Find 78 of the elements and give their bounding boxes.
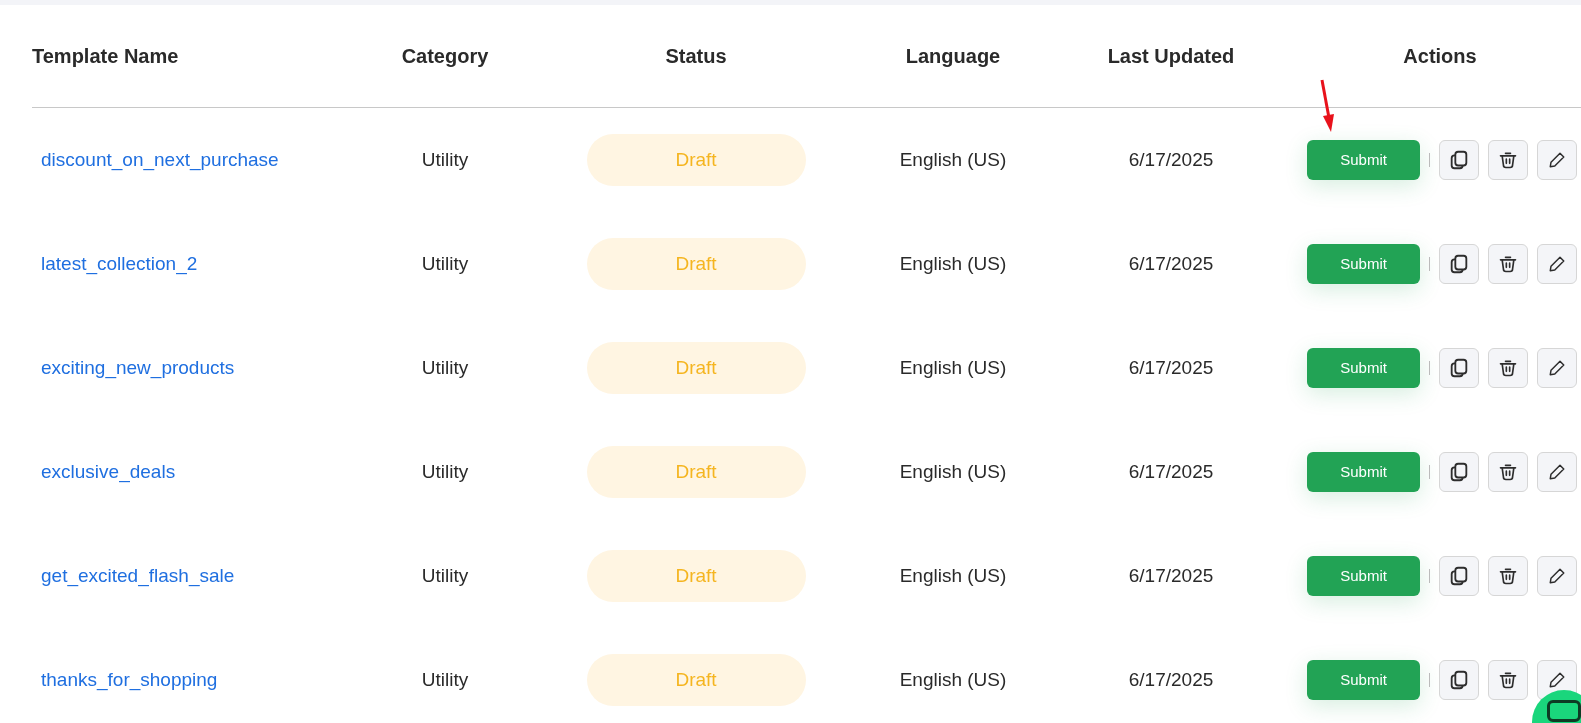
delete-button[interactable] [1488, 348, 1528, 388]
submit-button[interactable]: Submit [1307, 140, 1421, 180]
pencil-icon [1548, 463, 1566, 481]
trash-icon [1498, 254, 1518, 274]
submit-button[interactable]: Submit [1307, 348, 1421, 388]
copy-icon [1448, 565, 1470, 587]
status-badge: Draft [586, 342, 806, 394]
copy-icon [1448, 669, 1470, 691]
copy-button[interactable] [1439, 140, 1479, 180]
date-cell-text: 6/17/2025 [1128, 147, 1214, 172]
trash-icon [1498, 566, 1518, 586]
template-name-link[interactable]: exclusive_deals [32, 457, 176, 487]
category-cell-text: Utility [421, 563, 469, 588]
template-name-link[interactable]: latest_collection_2 [32, 249, 198, 279]
language-cell-text: English (US) [899, 563, 1007, 588]
date-cell-text: 6/17/2025 [1128, 251, 1214, 276]
column-header: Actions [1403, 44, 1477, 69]
submit-button[interactable]: Submit [1307, 556, 1421, 596]
copy-icon [1448, 253, 1470, 275]
copy-icon [1448, 357, 1470, 379]
annotation-arrow [1318, 78, 1336, 134]
category-cell-text: Utility [421, 667, 469, 692]
submit-button[interactable]: Submit [1307, 244, 1421, 284]
template-name-link[interactable]: get_excited_flash_sale [32, 561, 235, 591]
edit-button[interactable] [1537, 244, 1577, 284]
language-cell-text: English (US) [899, 459, 1007, 484]
category-cell-text: Utility [421, 355, 469, 380]
category-cell-text: Utility [421, 251, 469, 276]
copy-button[interactable] [1439, 452, 1479, 492]
column-header: Template Name [32, 44, 179, 69]
date-cell-text: 6/17/2025 [1128, 459, 1214, 484]
delete-button[interactable] [1488, 660, 1528, 700]
pencil-icon [1548, 151, 1566, 169]
edit-button[interactable] [1537, 140, 1577, 180]
language-cell-text: English (US) [899, 355, 1007, 380]
copy-button[interactable] [1439, 348, 1479, 388]
pencil-icon [1548, 671, 1566, 689]
trash-icon [1498, 462, 1518, 482]
copy-button[interactable] [1439, 244, 1479, 284]
edit-button[interactable] [1537, 556, 1577, 596]
submit-button[interactable]: Submit [1307, 660, 1421, 700]
trash-icon [1498, 358, 1518, 378]
language-cell-text: English (US) [899, 147, 1007, 172]
copy-button[interactable] [1439, 556, 1479, 596]
language-cell-text: English (US) [899, 251, 1007, 276]
template-name-link[interactable]: exciting_new_products [32, 353, 235, 383]
status-badge: Draft [586, 446, 806, 498]
status-badge: Draft [586, 238, 806, 290]
pencil-icon [1548, 567, 1566, 585]
template-name-link[interactable]: thanks_for_shopping [32, 665, 218, 695]
column-header: Category [401, 44, 489, 69]
delete-button[interactable] [1488, 452, 1528, 492]
copy-button[interactable] [1439, 660, 1479, 700]
date-cell-text: 6/17/2025 [1128, 667, 1214, 692]
date-cell-text: 6/17/2025 [1128, 355, 1214, 380]
pencil-icon [1548, 359, 1566, 377]
category-cell-text: Utility [421, 147, 469, 172]
status-badge: Draft [586, 654, 806, 706]
date-cell-text: 6/17/2025 [1128, 563, 1214, 588]
language-cell-text: English (US) [899, 667, 1007, 692]
copy-icon [1448, 461, 1470, 483]
pencil-icon [1548, 255, 1566, 273]
column-header: Status [665, 44, 727, 69]
trash-icon [1498, 150, 1518, 170]
status-badge: Draft [586, 134, 806, 186]
column-header: Last Updated [1107, 44, 1235, 69]
delete-button[interactable] [1488, 244, 1528, 284]
delete-button[interactable] [1488, 556, 1528, 596]
category-cell-text: Utility [421, 459, 469, 484]
status-badge: Draft [586, 550, 806, 602]
template-name-link[interactable]: discount_on_next_purchase [32, 145, 279, 175]
trash-icon [1498, 670, 1518, 690]
copy-icon [1448, 149, 1470, 171]
edit-button[interactable] [1537, 348, 1577, 388]
column-header: Language [905, 44, 1001, 69]
edit-button[interactable] [1537, 452, 1577, 492]
delete-button[interactable] [1488, 140, 1528, 180]
submit-button[interactable]: Submit [1307, 452, 1421, 492]
